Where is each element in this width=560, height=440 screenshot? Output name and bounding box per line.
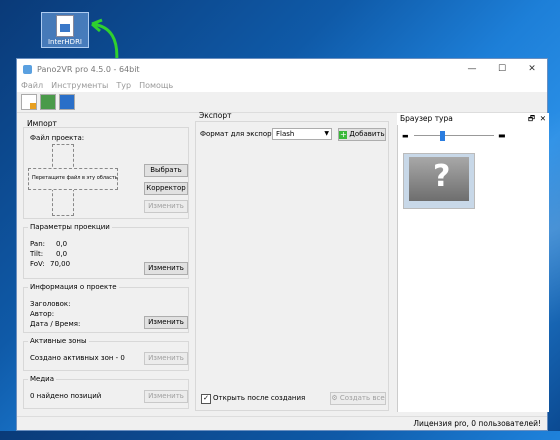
hotspots-change-button[interactable]: Изменить <box>144 352 188 365</box>
project-info-title: Информация о проекте <box>28 283 119 291</box>
plus-icon: + <box>339 130 348 139</box>
open-after-checkbox[interactable]: ✓ <box>201 394 211 404</box>
corrector-button[interactable]: Корректор <box>144 182 188 195</box>
drop-zone-horizontal: Перетащите файл в эту область <box>28 168 118 190</box>
header-label: Заголовок: <box>30 300 71 308</box>
menu-help[interactable]: Помощь <box>139 81 173 90</box>
media-status: 0 найдено позиций <box>30 392 102 400</box>
menu-bar: Файл Инструменты Тур Помощь <box>17 79 547 92</box>
project-info-group: Информация о проекте Заголовок: Автор: Д… <box>23 283 189 333</box>
tilt-value: 0,0 <box>56 250 68 258</box>
import-change-button[interactable]: Изменить <box>144 200 188 213</box>
select-button[interactable]: Выбрать <box>144 164 188 177</box>
zoom-in-icon[interactable]: ▬ <box>498 131 506 140</box>
tour-browser-area: ▬ ▬ ? <box>397 125 549 412</box>
menu-tour[interactable]: Тур <box>116 81 131 90</box>
format-select-value: Flash <box>276 130 295 138</box>
fov-value: 70,00 <box>50 260 71 268</box>
tour-browser-title: Браузер тура <box>400 114 453 123</box>
window-title: Pano2VR pro 4.5.0 - 64bit <box>37 64 140 74</box>
create-all-button[interactable]: ⚙ Создать все <box>330 392 386 405</box>
pan-value: 0,0 <box>56 240 68 248</box>
fov-label: FoV: <box>30 260 45 268</box>
app-window: Pano2VR pro 4.5.0 - 64bit — ☐ ✕ Файл Инс… <box>16 58 549 431</box>
drop-zone-text: Перетащите файл в эту область <box>32 175 118 181</box>
zoom-out-icon[interactable]: ▬ <box>402 132 409 140</box>
media-change-button[interactable]: Изменить <box>144 390 188 403</box>
zoom-track <box>414 135 494 136</box>
project-info-change-button[interactable]: Изменить <box>144 316 188 329</box>
tour-close-icon[interactable]: ✕ <box>540 113 546 125</box>
import-group: Файл проекта: Перетащите файл в эту обла… <box>23 127 189 219</box>
close-button[interactable]: ✕ <box>517 59 547 79</box>
export-group: Формат для экспорта: Flash ▼ + Добавить ✓… <box>195 121 389 411</box>
project-file-label: Файл проекта: <box>30 134 85 142</box>
export-title: Экспорт <box>199 111 232 120</box>
placeholder-image-icon: ? <box>409 157 469 201</box>
open-after-label: Открыть после создания <box>213 394 306 402</box>
status-bar: Лицензия pro, 0 пользователей! <box>17 416 547 430</box>
media-group: Медиа 0 найдено позиций Изменить <box>23 375 189 409</box>
hotspots-status: Создано активных зон - 0 <box>30 354 125 362</box>
menu-tools[interactable]: Инструменты <box>51 81 108 90</box>
new-project-icon[interactable] <box>21 94 37 110</box>
hotspots-group: Активные зоны Создано активных зон - 0 И… <box>23 337 189 371</box>
panorama-thumbnail[interactable]: ? <box>403 153 475 209</box>
projection-change-button[interactable]: Изменить <box>144 262 188 275</box>
tour-browser-header: Браузер тура 🗗 ✕ <box>397 113 549 125</box>
save-project-icon[interactable] <box>59 94 75 110</box>
chevron-down-icon: ▼ <box>324 130 329 137</box>
media-title: Медиа <box>28 375 57 383</box>
toolbar <box>17 92 547 113</box>
pin-icon[interactable]: 🗗 <box>528 113 535 125</box>
open-project-icon[interactable] <box>40 94 56 110</box>
hotspots-title: Активные зоны <box>28 337 89 345</box>
pan-label: Pan: <box>30 240 45 248</box>
add-button[interactable]: + Добавить <box>338 128 386 141</box>
zoom-thumb[interactable] <box>440 131 445 141</box>
tilt-label: Tilt: <box>30 250 44 258</box>
author-label: Автор: <box>30 310 55 318</box>
maximize-button[interactable]: ☐ <box>487 59 517 79</box>
create-all-label: Создать все <box>339 394 385 402</box>
menu-file[interactable]: Файл <box>21 81 43 90</box>
projection-group: Параметры проекции Pan: 0,0 Tilt: 0,0 Fo… <box>23 223 189 279</box>
format-label: Формат для экспорта: <box>200 130 283 138</box>
drop-zone[interactable]: Перетащите файл в эту область <box>28 144 118 216</box>
app-icon <box>23 64 32 74</box>
projection-title: Параметры проекции <box>28 223 112 231</box>
datetime-label: Дата / Время: <box>30 320 81 328</box>
add-button-label: Добавить <box>349 130 385 138</box>
title-bar[interactable]: Pano2VR pro 4.5.0 - 64bit — ☐ ✕ <box>17 59 547 79</box>
minimize-button[interactable]: — <box>457 59 487 79</box>
create-all-icon: ⚙ <box>331 394 340 402</box>
format-select[interactable]: Flash ▼ <box>272 128 332 140</box>
zoom-slider[interactable]: ▬ ▬ <box>402 131 542 141</box>
